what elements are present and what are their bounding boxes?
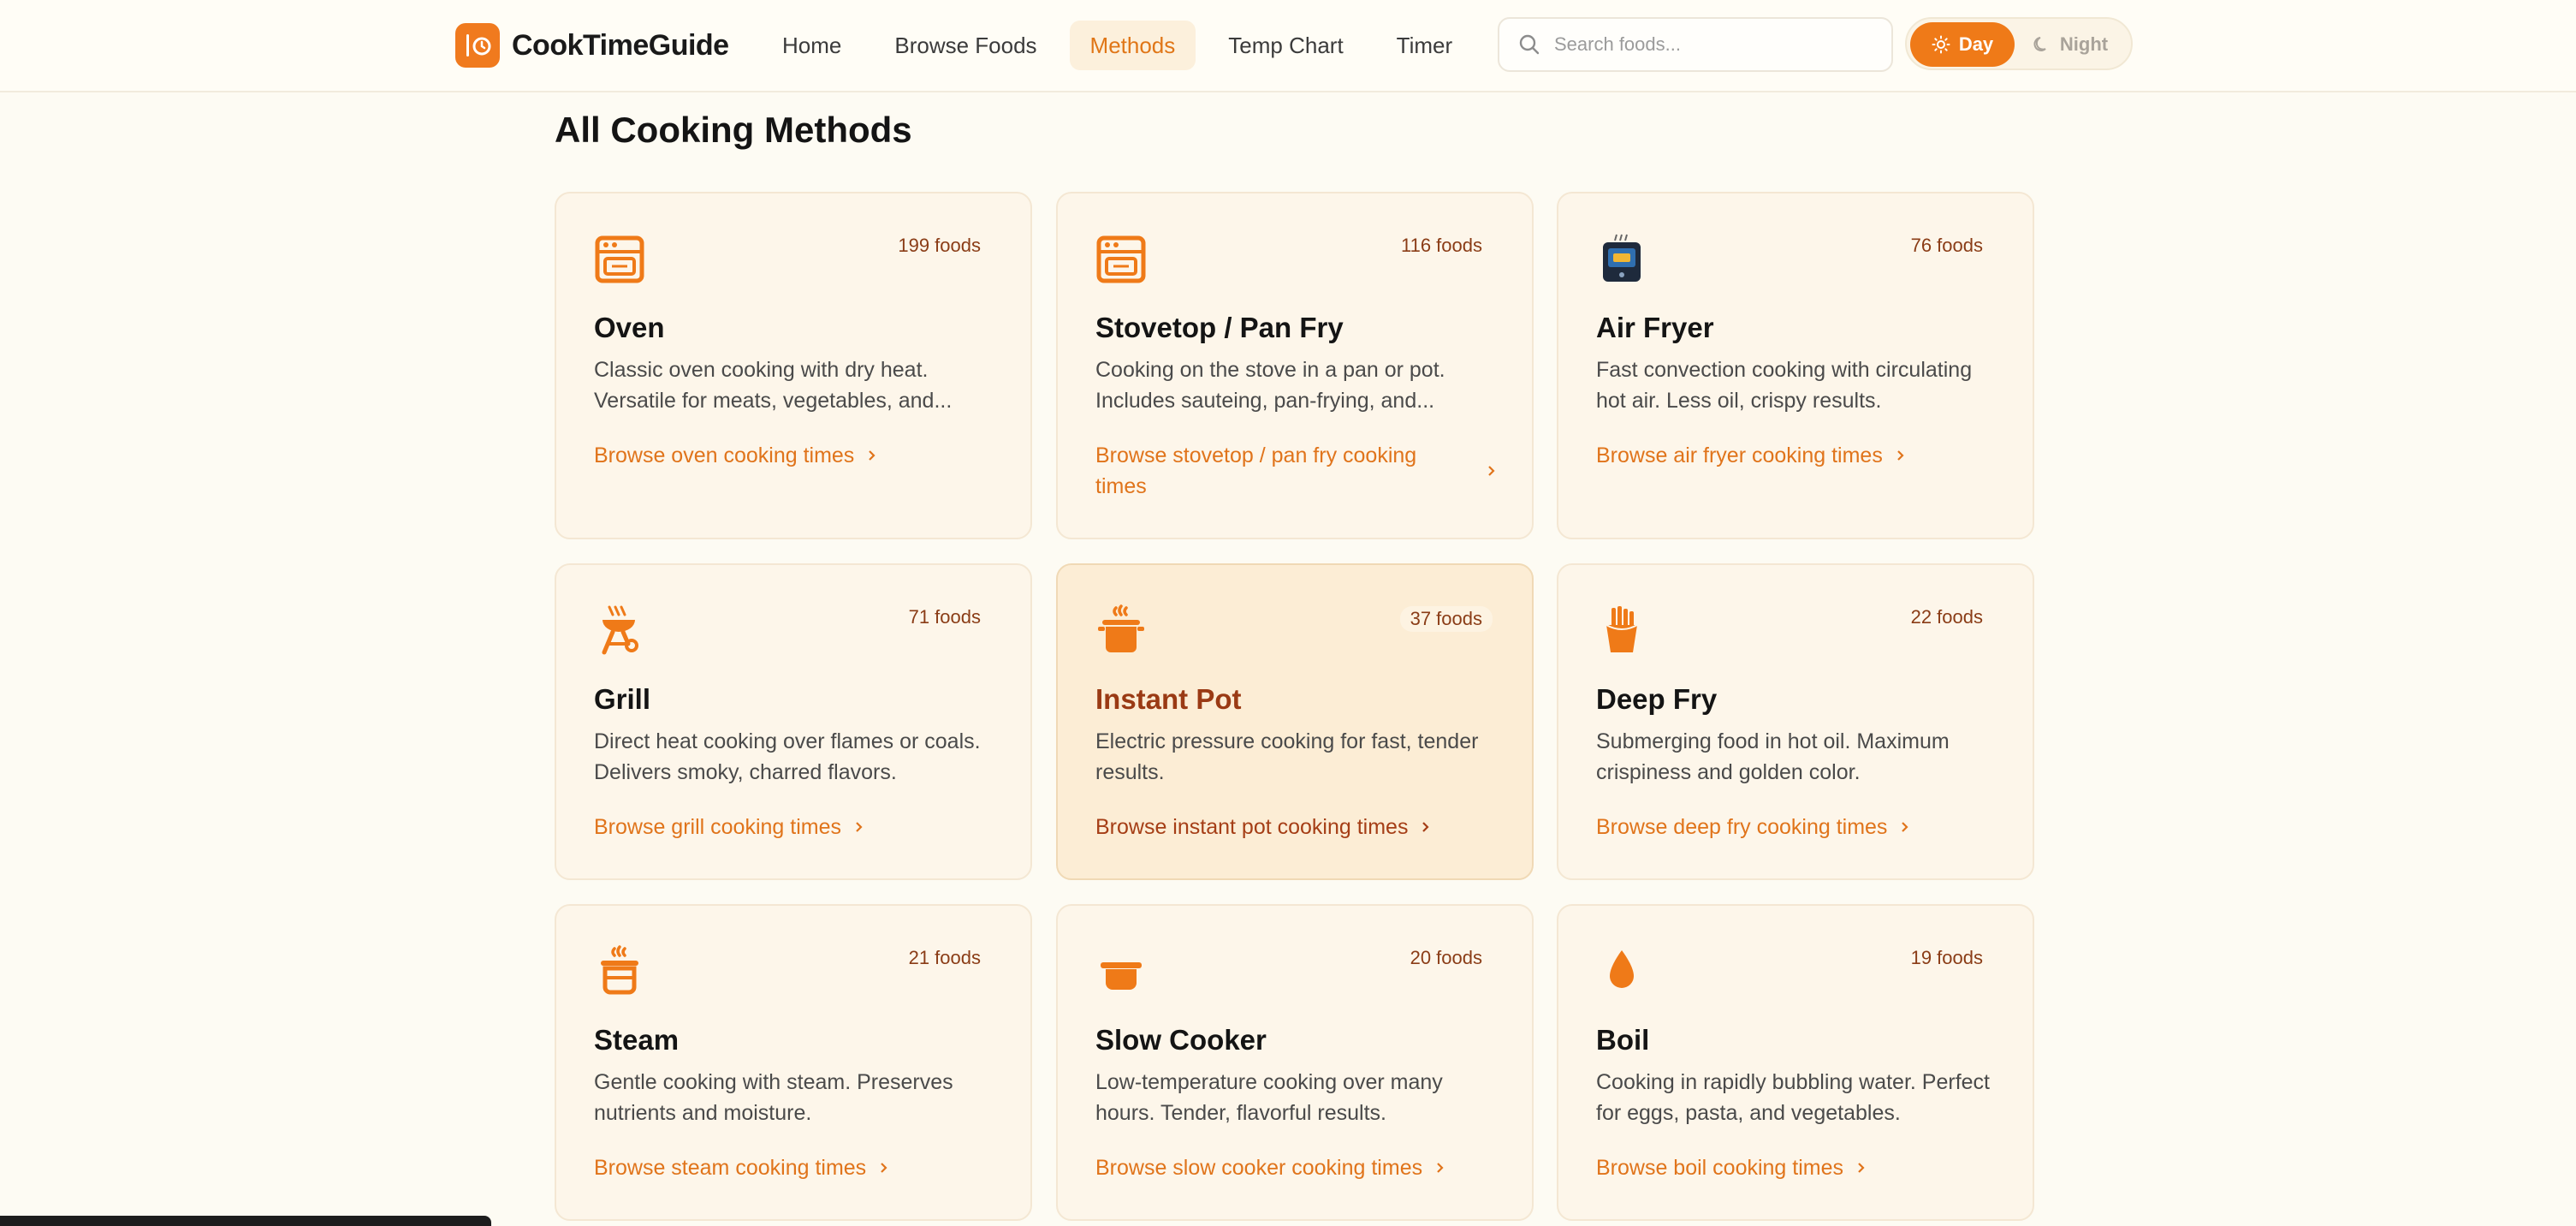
browse-link[interactable]: Browse oven cooking times xyxy=(594,440,1005,471)
method-description: Cooking in rapidly bubbling water. Perfe… xyxy=(1596,1070,1990,1125)
logo-text: CookTimeGuide xyxy=(512,28,729,62)
day-mode-button[interactable]: Day xyxy=(1910,22,2015,67)
browse-link-text: Browse boil cooking times xyxy=(1596,1156,1844,1180)
page-title: All Cooking Methods xyxy=(555,110,912,150)
food-count: 20 foods xyxy=(1410,947,1482,968)
instant-pot-icon xyxy=(1095,604,1147,656)
food-count: 37 foods xyxy=(1399,606,1493,632)
browse-link-text: Browse air fryer cooking times xyxy=(1596,443,1883,467)
steam-icon xyxy=(594,945,645,997)
night-mode-button[interactable]: Night xyxy=(2015,22,2126,67)
method-description: Classic oven cooking with dry heat. Vers… xyxy=(594,358,953,413)
method-description: Cooking on the stove in a pan or pot. In… xyxy=(1095,358,1445,413)
nav-methods[interactable]: Methods xyxy=(1069,21,1196,70)
browse-link-text: Browse deep fry cooking times xyxy=(1596,815,1888,839)
chevron-right-icon xyxy=(1437,1163,1444,1173)
boil-icon xyxy=(1596,945,1647,997)
chevron-right-icon xyxy=(1902,822,1908,832)
chevron-right-icon xyxy=(1896,450,1904,461)
method-description: Gentle cooking with steam. Preserves nut… xyxy=(594,1070,953,1125)
method-description: Submerging food in hot oil. Maximum cris… xyxy=(1596,729,1950,784)
method-card-stovetop[interactable]: 116 foods Stovetop / Pan Fry Cooking on … xyxy=(1056,192,1534,539)
method-card-steam[interactable]: 21 foods Steam Gentle cooking with steam… xyxy=(555,904,1032,1221)
method-name: Stovetop / Pan Fry xyxy=(1095,312,1344,343)
taskbar-edge xyxy=(0,1216,491,1226)
day-label: Day xyxy=(1958,33,1994,55)
chevron-right-icon xyxy=(1488,466,1495,476)
browse-link-text: Browse slow cooker cooking times xyxy=(1095,1156,1423,1180)
method-card-oven[interactable]: 199 foods Oven Classic oven cooking with… xyxy=(555,192,1032,539)
food-count: 21 foods xyxy=(908,947,981,968)
moon-icon xyxy=(2033,37,2046,51)
browse-link[interactable]: Browse boil cooking times xyxy=(1596,1152,2007,1183)
theme-toggle: Day Night xyxy=(1905,17,2133,70)
chevron-right-icon xyxy=(856,822,863,832)
nav-home[interactable]: Home xyxy=(762,21,862,70)
method-description: Fast convection cooking with circulating… xyxy=(1596,358,1973,413)
method-name: Boil xyxy=(1596,1024,1650,1056)
food-count: 71 foods xyxy=(908,606,981,628)
method-description: Direct heat cooking over flames or coals… xyxy=(594,729,981,784)
method-description: Low-temperature cooking over many hours.… xyxy=(1095,1070,1443,1125)
method-card-boil[interactable]: 19 foods Boil Cooking in rapidly bubblin… xyxy=(1557,904,2034,1221)
main-nav: Home Browse Foods Methods Temp Chart Tim… xyxy=(762,21,1485,70)
oven-icon xyxy=(594,233,645,284)
search-box xyxy=(1498,17,1893,72)
search-icon xyxy=(1519,34,1540,55)
air-fryer-icon xyxy=(1596,233,1647,284)
food-count: 116 foods xyxy=(1400,235,1482,256)
method-name: Grill xyxy=(594,683,651,715)
browse-link[interactable]: Browse stovetop / pan fry cooking times xyxy=(1095,440,1498,502)
method-card-grill[interactable]: 71 foods Grill Direct heat cooking over … xyxy=(555,563,1032,880)
chevron-right-icon xyxy=(1422,822,1429,832)
logo[interactable]: CookTimeGuide xyxy=(455,23,729,68)
search-input[interactable] xyxy=(1554,33,1879,56)
method-card-deep-fry[interactable]: 22 foods Deep Fry Submerging food in hot… xyxy=(1557,563,2034,880)
food-count: 22 foods xyxy=(1910,606,1983,628)
method-card-air-fryer[interactable]: 76 foods Air Fryer Fast convection cooki… xyxy=(1557,192,2034,539)
sun-icon xyxy=(1932,35,1950,54)
browse-link[interactable]: Browse slow cooker cooking times xyxy=(1095,1152,1506,1183)
logo-icon xyxy=(455,23,500,68)
chevron-right-icon xyxy=(1858,1163,1865,1173)
browse-link[interactable]: Browse deep fry cooking times xyxy=(1596,812,2007,842)
method-name: Steam xyxy=(594,1024,680,1056)
browse-link-text: Browse instant pot cooking times xyxy=(1095,815,1409,839)
grill-icon xyxy=(594,604,645,656)
method-name: Deep Fry xyxy=(1596,683,1718,715)
nav-temp-chart[interactable]: Temp Chart xyxy=(1208,21,1363,70)
browse-link[interactable]: Browse instant pot cooking times xyxy=(1095,812,1506,842)
method-card-instant-pot[interactable]: 37 foods Instant Pot Electric pressure c… xyxy=(1056,563,1534,880)
method-description: Electric pressure cooking for fast, tend… xyxy=(1095,729,1479,784)
browse-link-text: Browse stovetop / pan fry cooking times xyxy=(1095,443,1417,498)
chevron-right-icon xyxy=(869,450,875,461)
deep-fry-icon xyxy=(1596,604,1647,656)
food-count: 76 foods xyxy=(1910,235,1983,256)
browse-link-text: Browse grill cooking times xyxy=(594,815,841,839)
method-name: Instant Pot xyxy=(1095,683,1242,715)
method-name: Slow Cooker xyxy=(1095,1024,1267,1056)
browse-link[interactable]: Browse grill cooking times xyxy=(594,812,1005,842)
food-count: 199 foods xyxy=(898,235,981,256)
method-name: Oven xyxy=(594,312,665,343)
food-count: 19 foods xyxy=(1910,947,1983,968)
chevron-right-icon xyxy=(881,1163,887,1173)
method-card-slow-cooker[interactable]: 20 foods Slow Cooker Low-temperature coo… xyxy=(1056,904,1534,1221)
method-name: Air Fryer xyxy=(1596,312,1714,343)
slow-cooker-icon xyxy=(1095,945,1147,997)
stovetop-icon xyxy=(1095,233,1147,284)
browse-link-text: Browse steam cooking times xyxy=(594,1156,867,1180)
site-header: CookTimeGuide Home Browse Foods Methods … xyxy=(0,0,2576,92)
nav-timer[interactable]: Timer xyxy=(1376,21,1473,70)
browse-link-text: Browse oven cooking times xyxy=(594,443,855,467)
browse-link[interactable]: Browse air fryer cooking times xyxy=(1596,440,2007,471)
night-label: Night xyxy=(2059,33,2109,55)
browse-link[interactable]: Browse steam cooking times xyxy=(594,1152,1005,1183)
nav-browse-foods[interactable]: Browse Foods xyxy=(874,21,1057,70)
